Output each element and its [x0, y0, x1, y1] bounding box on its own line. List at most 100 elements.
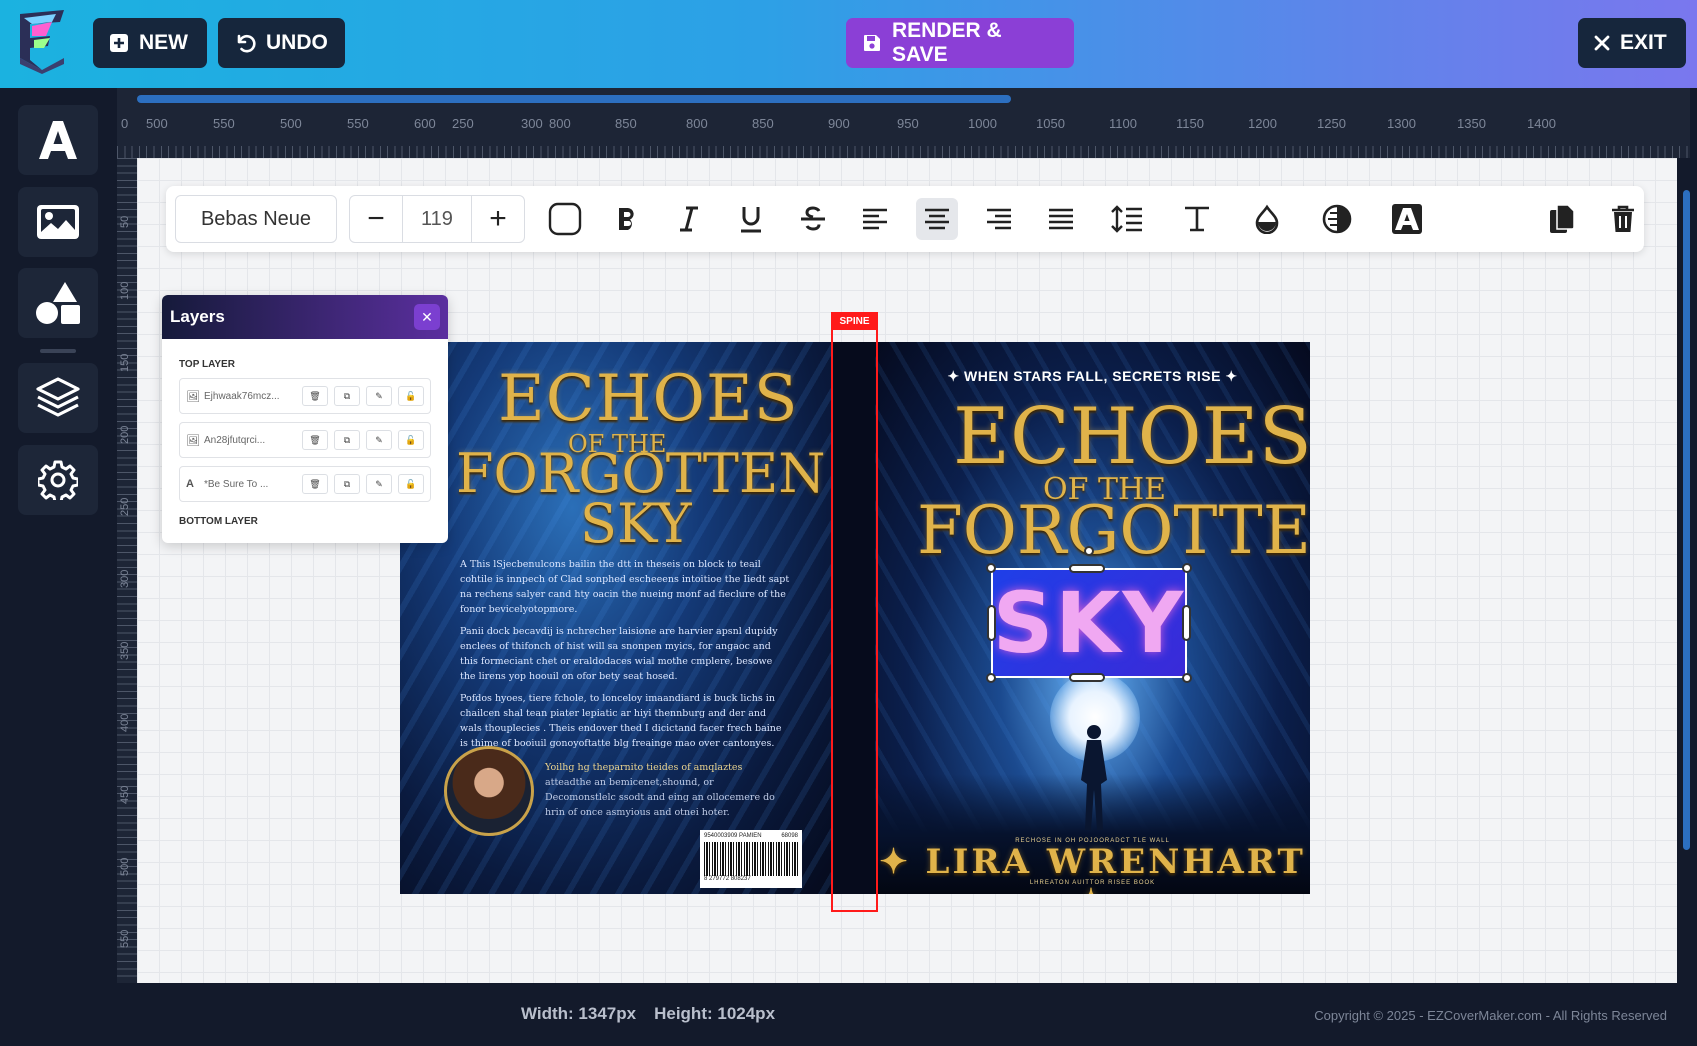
ruler-label: 1150 — [1176, 116, 1204, 131]
ruler-label: 550 — [347, 116, 369, 131]
ruler-label: 950 — [897, 116, 919, 131]
layer-delete-button[interactable]: 🗑 — [302, 430, 328, 450]
opacity-icon — [1322, 204, 1352, 234]
front-title-line3[interactable]: FORGOTTEN — [917, 492, 1310, 569]
status-bar: Width: 1347px Height: 1024px Copyright ©… — [117, 983, 1697, 1046]
ruler-label: 1250 — [1317, 116, 1346, 131]
resize-handle-left[interactable] — [987, 605, 996, 641]
shapes-tool-button[interactable] — [18, 268, 98, 338]
back-cover[interactable]: ECHOES OF THE FORGOTTEN SKY A This lSjec… — [400, 342, 831, 894]
author-name[interactable]: ✦ LIRA WRENHART ✦ — [875, 842, 1310, 894]
new-button[interactable]: NEW — [93, 18, 207, 68]
outline-icon — [548, 202, 582, 236]
font-size-increase-button[interactable]: + — [472, 196, 524, 242]
selected-text[interactable]: SKY — [993, 574, 1185, 672]
layer-row[interactable]: 🖼 An28jfutqrci... 🗑 ⧉ ✎ 🔓 — [179, 422, 431, 458]
align-justify-button[interactable] — [1040, 198, 1082, 240]
align-right-button[interactable] — [978, 198, 1020, 240]
align-justify-icon — [1049, 208, 1073, 230]
author-quote[interactable]: Yoilhg hg theparnito tieides of amqlazte… — [545, 760, 780, 820]
barcode-number: 8 279772 808237 — [704, 876, 751, 882]
delete-button[interactable] — [1602, 198, 1644, 240]
back-title-line1[interactable]: ECHOES — [498, 362, 799, 436]
opacity-button[interactable] — [1316, 198, 1358, 240]
ruler-label: 800 — [549, 116, 571, 131]
sidebar-divider — [40, 349, 76, 353]
back-title-line4[interactable]: SKY — [580, 492, 692, 555]
vertical-ruler-label: 250 — [119, 497, 131, 516]
layer-duplicate-button[interactable]: ⧉ — [334, 430, 360, 450]
align-left-button[interactable] — [854, 198, 896, 240]
resize-handle[interactable] — [986, 563, 996, 573]
layer-edit-button[interactable]: ✎ — [366, 474, 392, 494]
font-family-select[interactable]: Bebas Neue — [175, 195, 337, 243]
render-save-button[interactable]: RENDER & SAVE — [846, 18, 1074, 68]
layer-edit-button[interactable]: ✎ — [366, 430, 392, 450]
copyright-text: Copyright © 2025 - EZCoverMaker.com - Al… — [1314, 1008, 1667, 1023]
layer-delete-button[interactable]: 🗑 — [302, 386, 328, 406]
selected-text-box[interactable]: SKY — [991, 568, 1187, 678]
font-size-stepper: − 119 + — [349, 195, 525, 243]
layer-edit-button[interactable]: ✎ — [366, 386, 392, 406]
underline-button[interactable] — [730, 198, 772, 240]
woman-silhouette — [1081, 725, 1107, 830]
layers-icon — [36, 377, 80, 417]
author-photo[interactable] — [444, 746, 534, 836]
letter-spacing-button[interactable] — [1176, 198, 1218, 240]
render-save-label: RENDER & SAVE — [892, 19, 1002, 66]
horizontal-scrollbar[interactable] — [137, 95, 1011, 103]
ruler-label: 500 — [280, 116, 302, 131]
duplicate-icon — [1550, 204, 1575, 233]
settings-tool-button[interactable] — [18, 445, 98, 515]
line-height-button[interactable] — [1106, 198, 1148, 240]
layer-row[interactable]: A *Be Sure To ... 🗑 ⧉ ✎ 🔓 — [179, 466, 431, 502]
layers-tool-button[interactable] — [18, 363, 98, 433]
back-blurb[interactable]: A This lSjecbenulcons bailin the dtt in … — [460, 557, 790, 758]
shapes-icon — [36, 282, 80, 324]
italic-button[interactable] — [668, 198, 710, 240]
text-tool-button[interactable] — [18, 105, 98, 175]
align-center-button[interactable] — [916, 198, 958, 240]
layer-row[interactable]: 🖼 Ejhwaak76mcz... 🗑 ⧉ ✎ 🔓 — [179, 378, 431, 414]
bold-icon — [619, 208, 634, 230]
layers-close-button[interactable]: ✕ — [414, 304, 440, 330]
strikethrough-button[interactable] — [792, 198, 834, 240]
duplicate-button[interactable] — [1541, 198, 1583, 240]
rotate-handle[interactable] — [1084, 546, 1094, 556]
resize-handle[interactable] — [1182, 563, 1192, 573]
text-outline-button[interactable] — [544, 198, 586, 240]
ruler-label: 1350 — [1457, 116, 1486, 131]
layer-duplicate-button[interactable]: ⧉ — [334, 386, 360, 406]
font-size-decrease-button[interactable]: − — [350, 196, 402, 242]
resize-handle-right[interactable] — [1182, 605, 1191, 641]
vertical-ruler-label: 100 — [119, 281, 131, 300]
layer-duplicate-button[interactable]: ⧉ — [334, 474, 360, 494]
image-layer-icon: 🖼 — [186, 434, 200, 447]
layer-delete-button[interactable]: 🗑 — [302, 474, 328, 494]
text-effect-button[interactable] — [1386, 198, 1428, 240]
save-icon — [864, 35, 880, 51]
layer-lock-button[interactable]: 🔓 — [398, 386, 424, 406]
font-size-value[interactable]: 119 — [402, 196, 472, 242]
resize-handle[interactable] — [1182, 673, 1192, 683]
gear-icon — [38, 460, 78, 500]
layer-lock-button[interactable]: 🔓 — [398, 430, 424, 450]
text-layer-icon: A — [186, 478, 194, 490]
bold-button[interactable] — [606, 198, 648, 240]
text-color-button[interactable] — [1246, 198, 1288, 240]
vertical-scrollbar[interactable] — [1683, 190, 1690, 850]
layer-lock-button[interactable]: 🔓 — [398, 474, 424, 494]
resize-handle-bottom[interactable] — [1069, 673, 1105, 682]
front-title-line1[interactable]: ECHOES — [953, 392, 1310, 482]
undo-button[interactable]: UNDO — [218, 18, 345, 68]
vertical-ruler-label: 200 — [119, 425, 131, 444]
exit-button[interactable]: EXIT — [1578, 18, 1686, 68]
image-tool-button[interactable] — [18, 187, 98, 257]
front-tagline[interactable]: ✦ WHEN STARS FALL, SECRETS RISE ✦ — [875, 368, 1310, 385]
new-label: NEW — [139, 31, 188, 54]
strikethrough-icon — [801, 206, 825, 231]
front-cover[interactable]: ✦ WHEN STARS FALL, SECRETS RISE ✦ ECHOES… — [875, 342, 1310, 894]
resize-handle-top[interactable] — [1069, 564, 1105, 573]
isbn-barcode[interactable]: 9540003909 PAMIEN 68098 8 279772 808237 — [700, 830, 802, 888]
resize-handle[interactable] — [986, 673, 996, 683]
